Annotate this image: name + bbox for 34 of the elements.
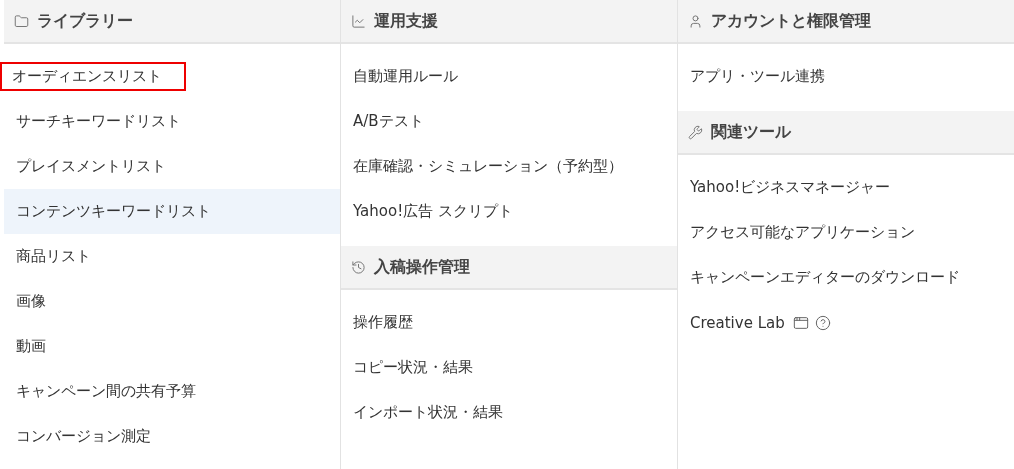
menu-link[interactable]: 自動運用ルール	[341, 62, 460, 91]
menu-link[interactable]: オーディエンスリスト	[0, 62, 186, 91]
menu-link[interactable]: Yahoo!ビジネスマネージャー	[678, 173, 893, 202]
menu-link[interactable]: アクセス可能なアプリケーション	[678, 218, 917, 247]
menu-link[interactable]: キャンペーンエディターのダウンロード	[678, 263, 962, 292]
section-title: ライブラリー	[37, 10, 133, 32]
menu-link[interactable]: プレイスメントリスト	[4, 152, 168, 181]
menu-link[interactable]: コピー状況・結果	[341, 353, 475, 382]
menu-link[interactable]: サーチキーワードリスト	[4, 107, 183, 136]
user-icon	[688, 13, 703, 29]
menu-link[interactable]: キャンペーン間の共有予算	[4, 377, 198, 406]
help-icon[interactable]	[814, 314, 831, 331]
menu-link[interactable]: 在庫確認・シミュレーション（予約型）	[341, 152, 625, 181]
menu-link[interactable]: コンテンツキーワードリスト	[14, 197, 213, 226]
folder-icon	[14, 13, 29, 29]
section-title: 入稿操作管理	[374, 256, 470, 278]
menu-link[interactable]: A/Bテスト	[341, 107, 426, 136]
menu-link[interactable]: 動画	[4, 332, 48, 361]
history-icon	[351, 259, 366, 275]
wrench-icon	[688, 124, 703, 140]
menu-link[interactable]: Creative Lab	[678, 308, 787, 337]
section-title: 関連ツール	[711, 121, 791, 143]
highlighted-row[interactable]: コンテンツキーワードリスト	[4, 189, 340, 234]
menu-link[interactable]: 画像	[4, 287, 48, 316]
section-title: 運用支援	[374, 10, 438, 32]
menu-link[interactable]: コンバージョン測定	[4, 422, 153, 451]
menu-link[interactable]: Yahoo!広告 スクリプト	[341, 197, 515, 226]
section-title: アカウントと権限管理	[711, 10, 871, 32]
external-window-icon	[792, 314, 809, 331]
menu-link[interactable]: インポート状況・結果	[341, 398, 505, 427]
line-chart-icon	[351, 13, 366, 29]
menu-link[interactable]: 操作履歴	[341, 308, 415, 337]
menu-link[interactable]: アプリ・ツール連携	[678, 62, 827, 91]
menu-link[interactable]: 商品リスト	[4, 242, 93, 271]
